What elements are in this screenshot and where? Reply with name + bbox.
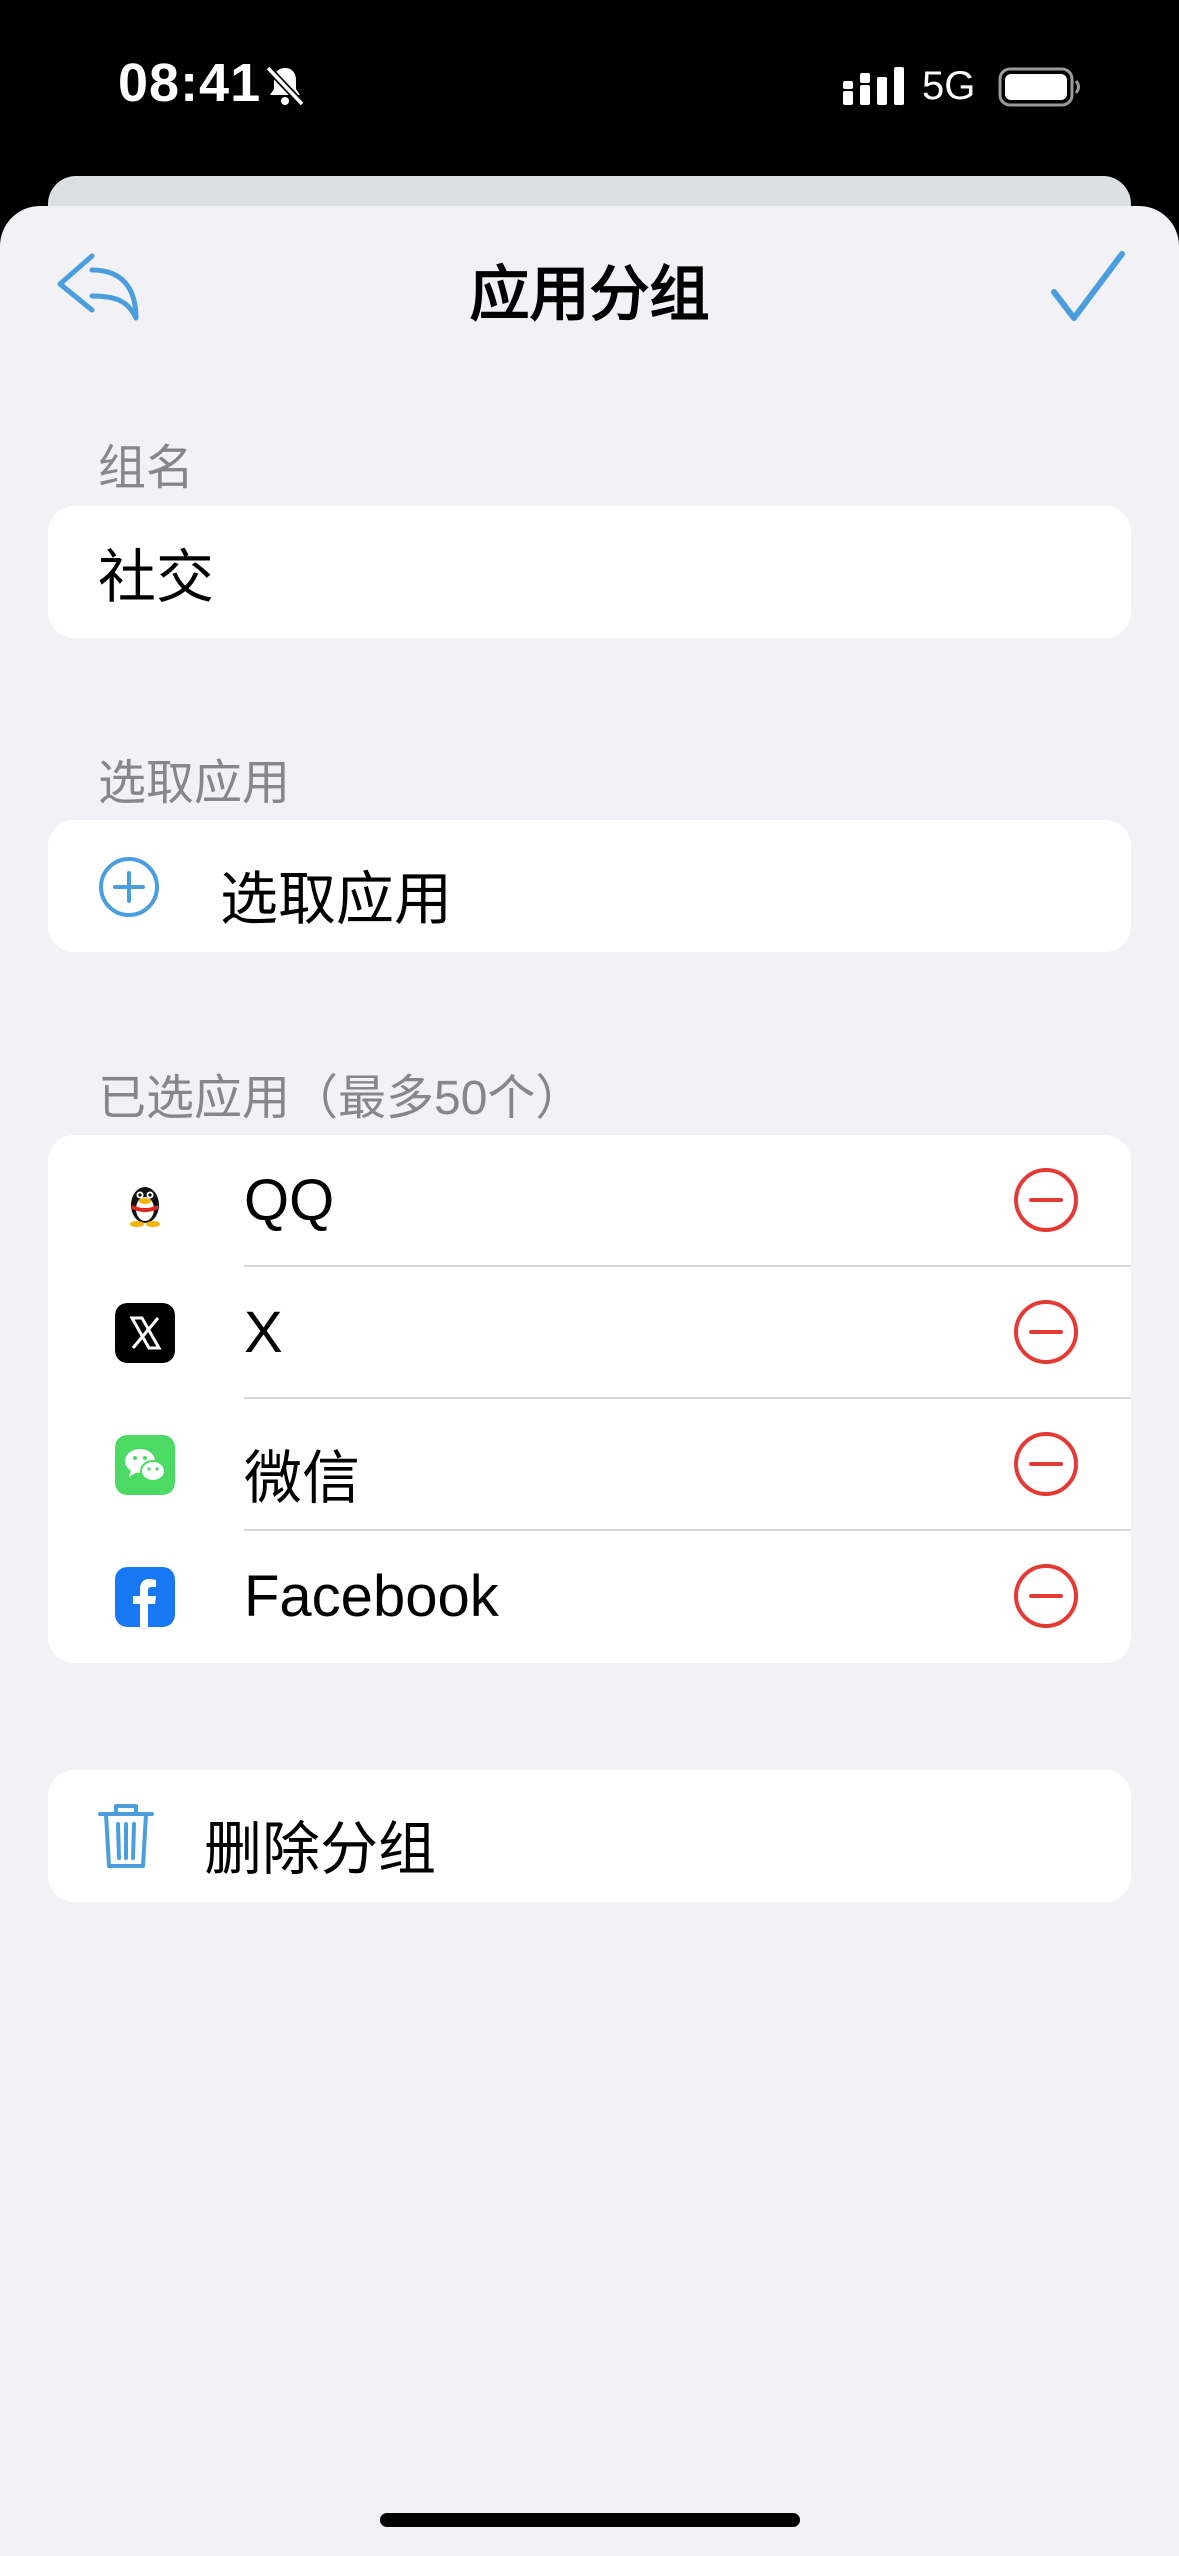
trash-icon — [98, 1804, 154, 1868]
battery-icon — [998, 67, 1080, 107]
group-name-card — [48, 506, 1131, 638]
bell-slash-icon — [265, 65, 305, 107]
app-name: QQ — [244, 1168, 335, 1233]
delete-group-label: 删除分组 — [204, 1817, 437, 1882]
app-name: X — [244, 1300, 283, 1365]
qq-penguin-icon — [115, 1171, 175, 1231]
network-type: 5G — [922, 64, 976, 108]
list-item-x: X — [48, 1267, 1131, 1399]
pick-apps-button-label: 选取应用 — [220, 867, 453, 932]
list-item-facebook: Facebook — [48, 1531, 1131, 1663]
app-name: Facebook — [244, 1564, 499, 1629]
group-name-label: 组名 — [98, 442, 195, 495]
selected-apps-list: QQ X 微信 Facebook — [48, 1135, 1131, 1663]
home-indicator[interactable] — [380, 2513, 800, 2527]
status-bar: 08:41 5G — [0, 0, 1179, 175]
remove-minus-circle-icon[interactable] — [1013, 1563, 1079, 1629]
checkmark-icon[interactable] — [1050, 250, 1126, 324]
plus-circle-icon — [99, 857, 159, 917]
remove-minus-circle-icon[interactable] — [1013, 1431, 1079, 1497]
wechat-icon — [115, 1435, 175, 1495]
facebook-icon — [115, 1567, 175, 1627]
pick-apps-label: 选取应用 — [98, 757, 291, 810]
status-time: 08:41 — [118, 53, 262, 113]
x-logo-icon — [115, 1303, 175, 1363]
app-name: 微信 — [244, 1446, 361, 1511]
cellular-signal-icon — [843, 67, 904, 105]
group-name-input[interactable] — [98, 506, 1078, 638]
remove-minus-circle-icon[interactable] — [1013, 1299, 1079, 1365]
selected-apps-label: 已选应用（最多50个） — [98, 1072, 584, 1125]
page-title: 应用分组 — [469, 261, 710, 328]
delete-group-button[interactable]: 删除分组 — [48, 1770, 1131, 1902]
pick-apps-button[interactable]: 选取应用 — [48, 820, 1131, 952]
remove-minus-circle-icon[interactable] — [1013, 1167, 1079, 1233]
list-item-wechat: 微信 — [48, 1399, 1131, 1531]
list-item-qq: QQ — [48, 1135, 1131, 1267]
